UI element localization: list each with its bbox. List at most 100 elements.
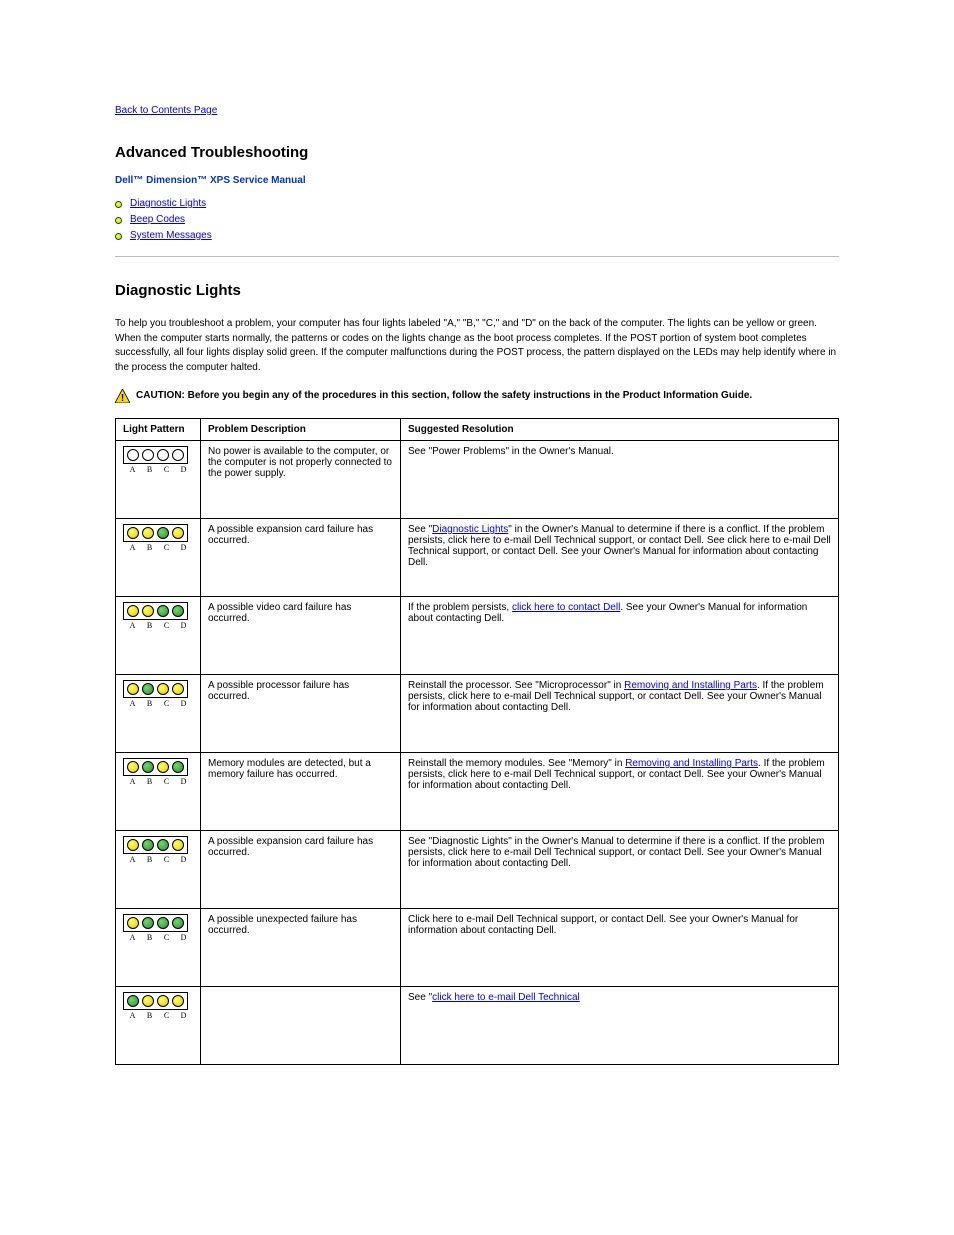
- light-pattern-cell: ABCD: [116, 441, 201, 519]
- resolution-link[interactable]: click here to contact Dell: [512, 602, 620, 613]
- resolution-cell: See "Diagnostic Lights" in the Owner's M…: [401, 519, 839, 597]
- led-indicator: [157, 683, 169, 695]
- led-labels: ABCD: [123, 621, 193, 630]
- resolution-link[interactable]: Removing and Installing Parts: [624, 680, 757, 691]
- led-label: C: [160, 465, 174, 474]
- table-row: ABCDMemory modules are detected, but a m…: [116, 753, 839, 831]
- led-label: B: [143, 699, 157, 708]
- led-indicator: [172, 449, 184, 461]
- led-label: D: [177, 465, 191, 474]
- led-labels: ABCD: [123, 777, 193, 786]
- toc-item: Beep Codes: [115, 212, 839, 228]
- led-indicator: [142, 605, 154, 617]
- led-indicator: [172, 839, 184, 851]
- led-labels: ABCD: [123, 855, 193, 864]
- led-label: B: [143, 777, 157, 786]
- problem-description-cell: A possible expansion card failure has oc…: [201, 831, 401, 909]
- section-heading: Diagnostic Lights: [115, 282, 839, 299]
- problem-description-cell: No power is available to the computer, o…: [201, 441, 401, 519]
- toc-item: Diagnostic Lights: [115, 196, 839, 212]
- table-row: ABCD A possible expansion card failure ha…: [116, 519, 839, 597]
- problem-description-cell: A possible processor failure has occurre…: [201, 675, 401, 753]
- led-indicator: [142, 527, 154, 539]
- led-indicator: [142, 995, 154, 1007]
- table-header-pattern: Light Pattern: [116, 419, 201, 441]
- resolution-cell: If the problem persists, click here to c…: [401, 597, 839, 675]
- led-labels: ABCD: [123, 699, 193, 708]
- manual-subtitle: Dell™ Dimension™ XPS Service Manual: [115, 175, 839, 186]
- page-container: Back to Contents Page Advanced Troublesh…: [0, 0, 954, 1105]
- led-label: A: [126, 855, 140, 864]
- back-to-contents-link[interactable]: Back to Contents Page: [115, 105, 217, 116]
- light-pattern-cell: ABCD: [116, 909, 201, 987]
- led-label: D: [177, 621, 191, 630]
- problem-description-cell: A possible expansion card failure has oc…: [201, 519, 401, 597]
- light-pattern-cell: ABCD: [116, 753, 201, 831]
- led-label: C: [160, 855, 174, 864]
- led-label: A: [126, 621, 140, 630]
- bullet-icon: [115, 217, 122, 224]
- led-box: [123, 680, 188, 698]
- led-indicator: [127, 761, 139, 773]
- led-label: A: [126, 777, 140, 786]
- resolution-cell: Reinstall the memory modules. See "Memor…: [401, 753, 839, 831]
- caution-icon: !: [115, 389, 130, 408]
- toc-item: System Messages: [115, 228, 839, 244]
- led-label: D: [177, 543, 191, 552]
- led-indicator: [127, 449, 139, 461]
- led-indicator: [172, 605, 184, 617]
- table-row: ABCD A possible processor failure has occ…: [116, 675, 839, 753]
- led-label: B: [143, 933, 157, 942]
- led-label: A: [126, 1011, 140, 1020]
- led-label: D: [177, 1011, 191, 1020]
- intro-paragraph: To help you troubleshoot a problem, your…: [115, 317, 839, 375]
- led-label: C: [160, 543, 174, 552]
- led-label: D: [177, 699, 191, 708]
- led-label: A: [126, 933, 140, 942]
- led-indicator: [172, 683, 184, 695]
- led-indicator: [142, 917, 154, 929]
- resolution-cell: Click here to e-mail Dell Technical supp…: [401, 909, 839, 987]
- led-label: C: [160, 621, 174, 630]
- caution-text: CAUTION: Before you begin any of the pro…: [136, 389, 752, 403]
- resolution-cell: See "click here to e-mail Dell Technical: [401, 987, 839, 1065]
- light-pattern-cell: ABCD: [116, 987, 201, 1065]
- toc-link-system-messages[interactable]: System Messages: [130, 228, 212, 244]
- page-title: Advanced Troubleshooting: [115, 144, 839, 161]
- led-indicator: [157, 527, 169, 539]
- led-label: A: [126, 699, 140, 708]
- led-box: [123, 992, 188, 1010]
- led-indicator: [172, 761, 184, 773]
- table-row: ABCD See "click here to e-mail Dell Techn…: [116, 987, 839, 1065]
- resolution-link[interactable]: Removing and Installing Parts: [625, 758, 758, 769]
- led-indicator: [172, 917, 184, 929]
- led-indicator: [142, 761, 154, 773]
- led-indicator: [127, 683, 139, 695]
- led-label: B: [143, 855, 157, 864]
- led-label: B: [143, 543, 157, 552]
- table-row: ABCD A possible expansion card failure ha…: [116, 831, 839, 909]
- resolution-link[interactable]: click here to e-mail Dell Technical: [432, 992, 580, 1003]
- led-indicator: [127, 839, 139, 851]
- divider: [115, 256, 839, 257]
- led-indicator: [127, 995, 139, 1007]
- led-indicator: [142, 683, 154, 695]
- table-row: ABCD No power is available to the compute…: [116, 441, 839, 519]
- led-label: D: [177, 777, 191, 786]
- led-indicator: [157, 995, 169, 1007]
- led-indicator: [157, 839, 169, 851]
- led-indicator: [157, 761, 169, 773]
- led-indicator: [172, 995, 184, 1007]
- led-box: [123, 914, 188, 932]
- led-labels: ABCD: [123, 465, 193, 474]
- led-indicator: [172, 527, 184, 539]
- led-label: B: [143, 621, 157, 630]
- resolution-link[interactable]: Diagnostic Lights: [432, 524, 508, 535]
- led-box: [123, 602, 188, 620]
- led-label: A: [126, 543, 140, 552]
- caution-block: ! CAUTION: Before you begin any of the p…: [115, 389, 839, 408]
- led-indicator: [157, 605, 169, 617]
- resolution-cell: See "Diagnostic Lights" in the Owner's M…: [401, 831, 839, 909]
- toc-link-beep-codes[interactable]: Beep Codes: [130, 212, 185, 228]
- toc-link-diagnostic-lights[interactable]: Diagnostic Lights: [130, 196, 206, 212]
